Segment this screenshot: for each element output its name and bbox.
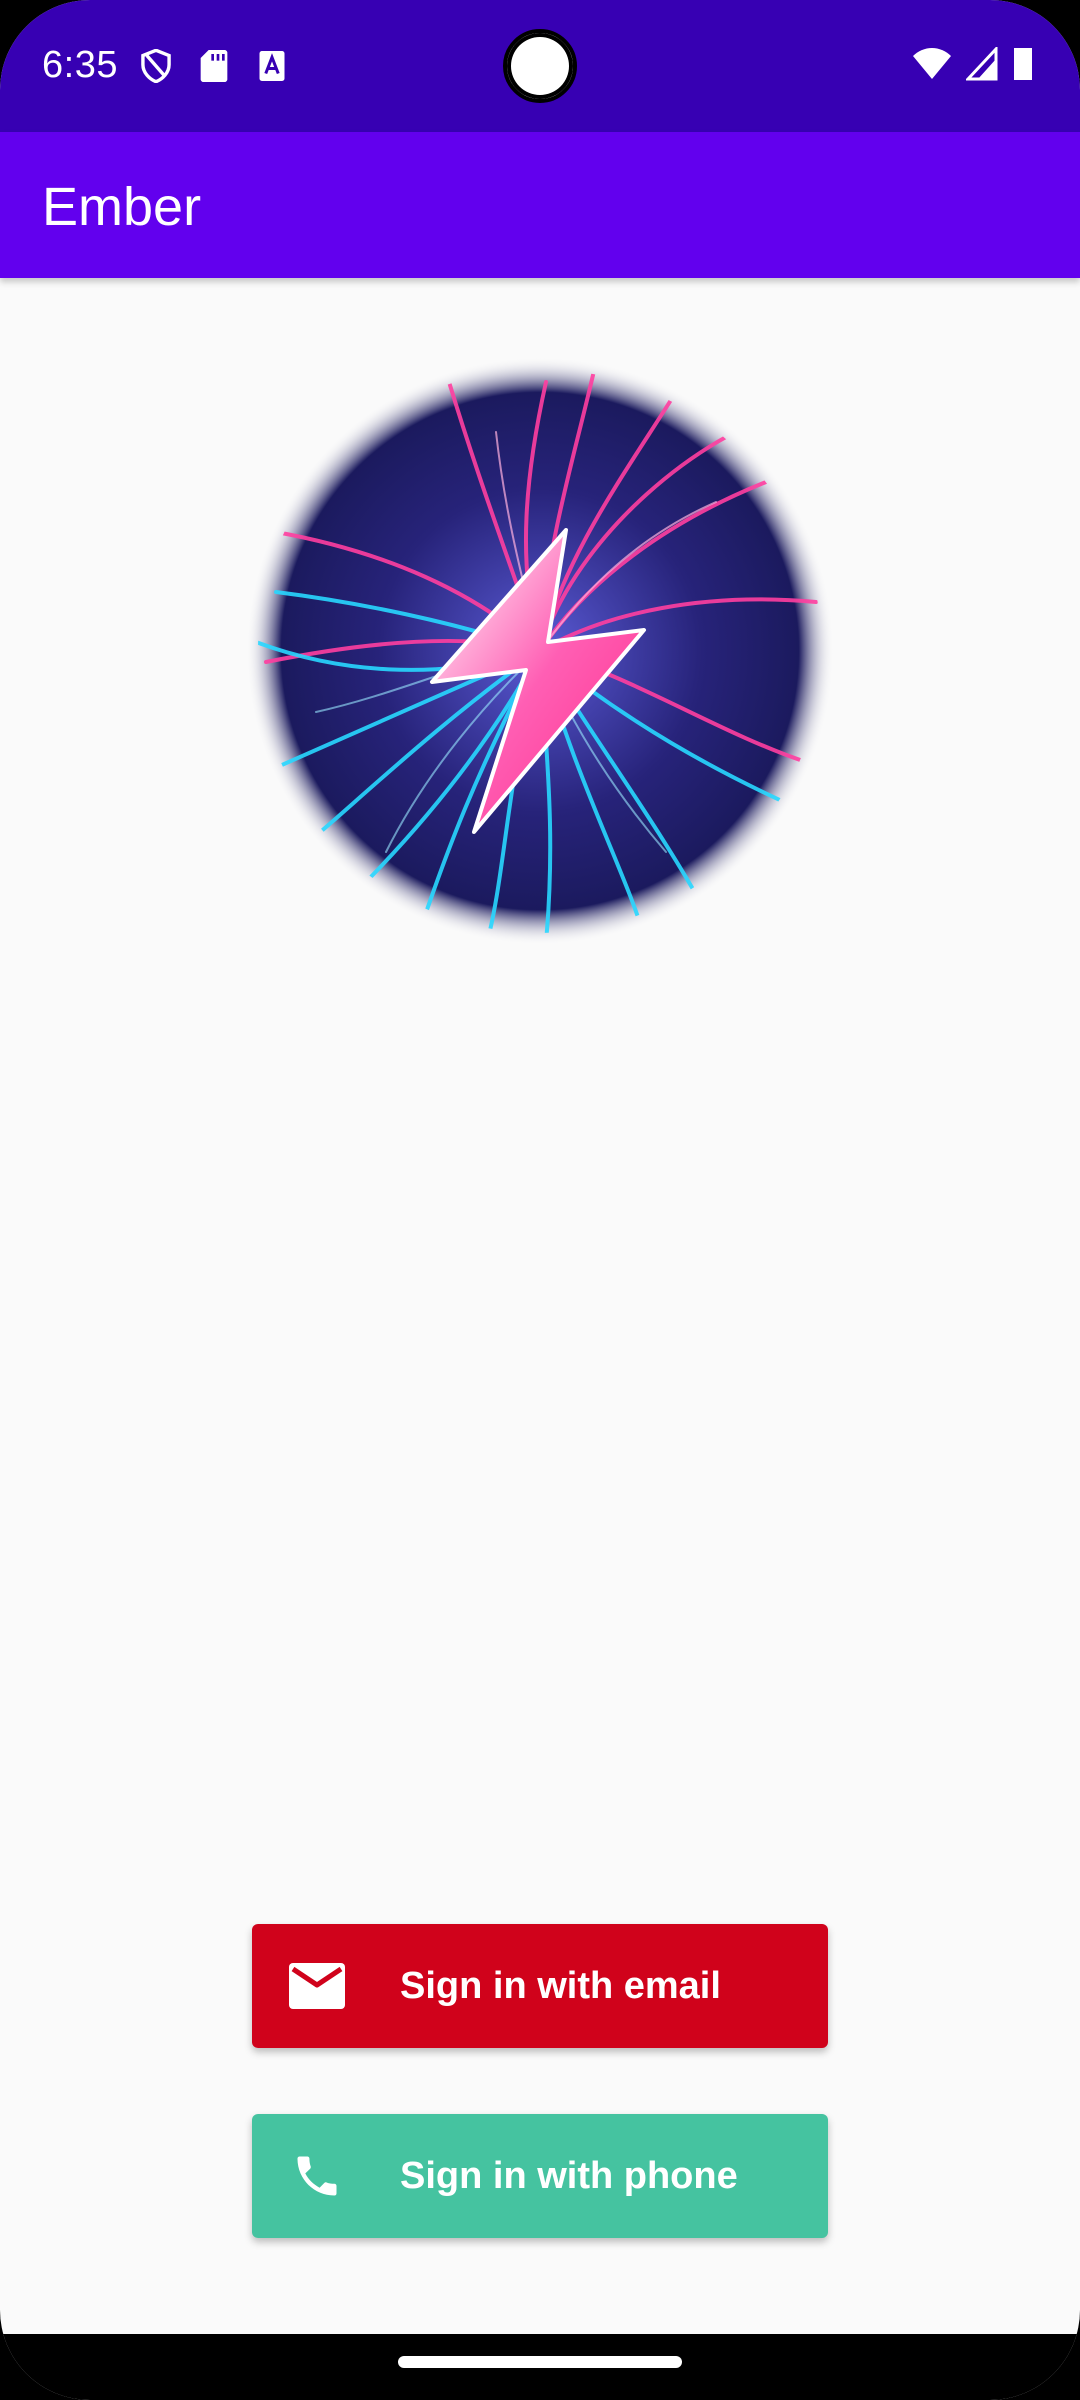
sign-in-phone-button[interactable]: Sign in with phone	[252, 2114, 828, 2238]
app-logo	[246, 352, 834, 950]
mail-icon	[286, 1955, 348, 2017]
sign-in-email-label: Sign in with email	[400, 1965, 721, 2007]
status-icons-left	[138, 48, 290, 84]
sign-in-email-button[interactable]: Sign in with email	[252, 1924, 828, 2048]
sign-in-phone-label: Sign in with phone	[400, 2155, 738, 2197]
home-gesture-handle[interactable]	[398, 2356, 682, 2368]
status-icons-right	[912, 45, 1034, 87]
text-recognition-icon	[254, 48, 290, 84]
cellular-signal-icon	[964, 45, 998, 86]
status-time: 6:35	[42, 44, 118, 86]
app-bar: Ember	[0, 132, 1080, 278]
front-camera	[503, 29, 577, 103]
navigation-bar	[0, 2334, 1080, 2400]
phone-icon	[286, 2145, 348, 2207]
sd-card-icon	[196, 48, 232, 84]
wifi-icon	[912, 47, 952, 86]
app-title: Ember	[42, 177, 202, 237]
phone-screen: 6:35 Ember Sign in with email Sign in wi…	[0, 0, 1080, 2400]
status-bar: 6:35	[0, 0, 1080, 132]
battery-icon	[1012, 46, 1034, 87]
shield-icon	[138, 48, 174, 84]
